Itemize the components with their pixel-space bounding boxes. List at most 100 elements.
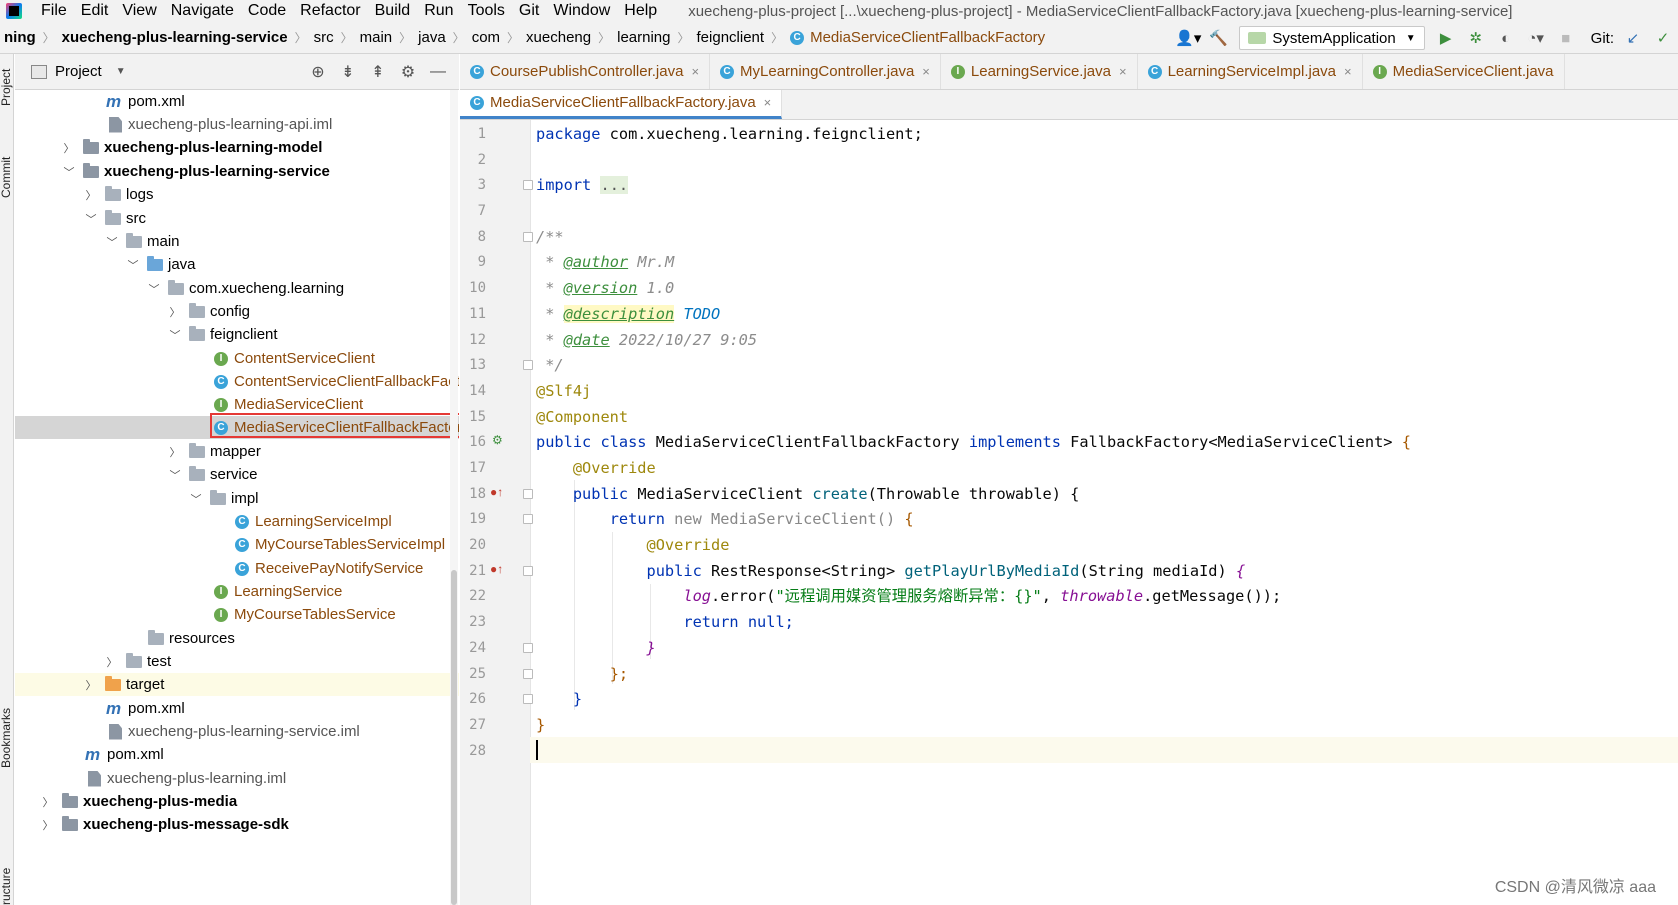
tree-item[interactable]: m pom.xml: [15, 697, 459, 720]
fold-marker-icon[interactable]: [523, 180, 533, 190]
breadcrumb-src[interactable]: src: [310, 29, 338, 46]
tree-item[interactable]: 〉 test: [15, 650, 459, 673]
fold-marker-icon[interactable]: [523, 643, 533, 653]
fold-marker-icon[interactable]: [523, 232, 533, 242]
tab-media-service-client-fallback-factory[interactable]: C MediaServiceClientFallbackFactory.java ×: [460, 90, 783, 119]
breadcrumb-feignclient[interactable]: feignclient: [693, 29, 769, 46]
tree-item[interactable]: ﹀ impl: [15, 487, 459, 510]
chevron-right-icon[interactable]: 〉: [85, 677, 97, 693]
tree-item[interactable]: ﹀ main: [15, 230, 459, 253]
tree-item[interactable]: I MyCourseTablesService: [15, 603, 459, 626]
spring-bean-icon[interactable]: ⚙: [492, 433, 503, 447]
git-update-icon[interactable]: ↙: [1622, 27, 1644, 49]
bookmarks-tool-tab[interactable]: Bookmarks: [0, 708, 13, 768]
tree-item-selected[interactable]: C MediaServiceClientFallbackFactor: [15, 416, 459, 439]
close-icon[interactable]: ×: [1344, 64, 1352, 79]
tree-item[interactable]: 〉 xuecheng-plus-message-sdk: [15, 813, 459, 836]
tree-item[interactable]: ﹀ com.xuecheng.learning: [15, 277, 459, 300]
chevron-down-icon[interactable]: ﹀: [190, 491, 202, 507]
chevron-right-icon[interactable]: 〉: [169, 304, 181, 320]
fold-marker-icon[interactable]: [523, 566, 533, 576]
menu-navigate[interactable]: Navigate: [164, 2, 241, 20]
tree-item[interactable]: I ContentServiceClient: [15, 347, 459, 370]
chevron-down-icon[interactable]: ﹀: [106, 234, 118, 250]
stop-icon[interactable]: ■: [1555, 27, 1577, 49]
breadcrumb-com[interactable]: com: [468, 29, 504, 46]
menu-tools[interactable]: Tools: [461, 2, 512, 20]
menu-run[interactable]: Run: [417, 2, 460, 20]
tree-item[interactable]: xuecheng-plus-learning.iml: [15, 767, 459, 790]
gear-icon[interactable]: ⚙: [393, 62, 423, 82]
tree-item[interactable]: 〉 target: [15, 673, 459, 696]
expand-all-icon[interactable]: ⇟: [333, 62, 363, 82]
profile-icon[interactable]: ◔▾: [1525, 27, 1547, 49]
chevron-right-icon[interactable]: 〉: [42, 794, 54, 810]
tab-learning-service-impl[interactable]: C LearningServiceImpl.java ×: [1138, 54, 1363, 89]
breadcrumb-current-class[interactable]: C MediaServiceClientFallbackFactory: [786, 29, 1049, 46]
chevron-down-icon[interactable]: ﹀: [148, 281, 160, 297]
chevron-right-icon[interactable]: 〉: [42, 817, 54, 833]
chevron-down-icon[interactable]: ﹀: [127, 257, 139, 273]
tree-item[interactable]: 〉 mapper: [15, 440, 459, 463]
tab-media-service-client[interactable]: I MediaServiceClient.java: [1363, 54, 1565, 89]
tree-item[interactable]: ﹀ xuecheng-plus-learning-service: [15, 160, 459, 183]
breadcrumb-main[interactable]: main: [356, 29, 397, 46]
tab-course-publish-controller[interactable]: C CoursePublishController.java ×: [460, 54, 711, 89]
fold-marker-icon[interactable]: [523, 489, 533, 499]
chevron-down-icon[interactable]: ﹀: [63, 164, 75, 180]
tree-item[interactable]: 〉 xuecheng-plus-media: [15, 790, 459, 813]
tree-item[interactable]: 〉 logs: [15, 183, 459, 206]
chevron-right-icon[interactable]: 〉: [85, 187, 97, 203]
tab-learning-service[interactable]: I LearningService.java ×: [941, 54, 1138, 89]
hide-icon[interactable]: —: [423, 63, 453, 81]
tree-item[interactable]: xuecheng-plus-learning-api.iml: [15, 113, 459, 136]
tree-item[interactable]: C ContentServiceClientFallbackFact: [15, 370, 459, 393]
chevron-down-icon[interactable]: ﹀: [169, 467, 181, 483]
debug-icon[interactable]: ✲: [1465, 27, 1487, 49]
close-icon[interactable]: ×: [1119, 64, 1127, 79]
build-hammer-icon[interactable]: 🔨: [1207, 27, 1229, 49]
tree-item[interactable]: C MyCourseTablesServiceImpl: [15, 533, 459, 556]
structure-tool-tab[interactable]: ructure: [0, 868, 13, 905]
project-tree-scrollbar[interactable]: [450, 90, 458, 905]
commit-tool-tab[interactable]: Commit: [0, 157, 13, 198]
tree-item[interactable]: resources: [15, 627, 459, 650]
implements-up-arrow-icon[interactable]: ●↑: [490, 562, 503, 576]
project-panel-title[interactable]: Project: [55, 63, 102, 80]
fold-marker-icon[interactable]: [523, 514, 533, 524]
menu-code[interactable]: Code: [241, 2, 293, 20]
breadcrumb-xuecheng[interactable]: xuecheng: [522, 29, 595, 46]
chevron-right-icon[interactable]: 〉: [169, 444, 181, 460]
menu-help[interactable]: Help: [617, 2, 664, 20]
chevron-right-icon[interactable]: 〉: [63, 140, 75, 156]
breadcrumb-project[interactable]: ning: [0, 29, 40, 46]
menu-edit[interactable]: Edit: [74, 2, 116, 20]
coverage-icon[interactable]: ◐: [1495, 27, 1517, 49]
scrollbar-thumb[interactable]: [451, 570, 457, 905]
tree-item[interactable]: xuecheng-plus-learning-service.iml: [15, 720, 459, 743]
fold-marker-icon[interactable]: [523, 360, 533, 370]
close-icon[interactable]: ×: [922, 64, 930, 79]
run-configuration-select[interactable]: SystemApplication ▼: [1239, 26, 1425, 50]
chevron-down-icon[interactable]: ▼: [116, 66, 126, 77]
tree-item[interactable]: m pom.xml: [15, 90, 459, 113]
chevron-right-icon[interactable]: 〉: [106, 654, 118, 670]
tree-item[interactable]: 〉 config: [15, 300, 459, 323]
tree-item[interactable]: C ReceivePayNotifyService: [15, 557, 459, 580]
chevron-down-icon[interactable]: ﹀: [169, 327, 181, 343]
implements-up-arrow-icon[interactable]: ●↑: [490, 485, 503, 499]
locate-icon[interactable]: ⊕: [303, 62, 333, 82]
menu-build[interactable]: Build: [368, 2, 418, 20]
breadcrumb-learning[interactable]: learning: [613, 29, 674, 46]
breadcrumb-module[interactable]: xuecheng-plus-learning-service: [58, 29, 292, 46]
tree-item[interactable]: C LearningServiceImpl: [15, 510, 459, 533]
menu-file[interactable]: File: [34, 2, 74, 20]
collapse-all-icon[interactable]: ⇞: [363, 62, 393, 82]
tree-item[interactable]: ﹀ service: [15, 463, 459, 486]
menu-git[interactable]: Git: [512, 2, 546, 20]
git-commit-icon[interactable]: ✓: [1652, 27, 1674, 49]
tree-item[interactable]: I LearningService: [15, 580, 459, 603]
tree-item[interactable]: m pom.xml: [15, 743, 459, 766]
menu-window[interactable]: Window: [546, 2, 617, 20]
user-icon[interactable]: 👤▾: [1175, 27, 1201, 49]
